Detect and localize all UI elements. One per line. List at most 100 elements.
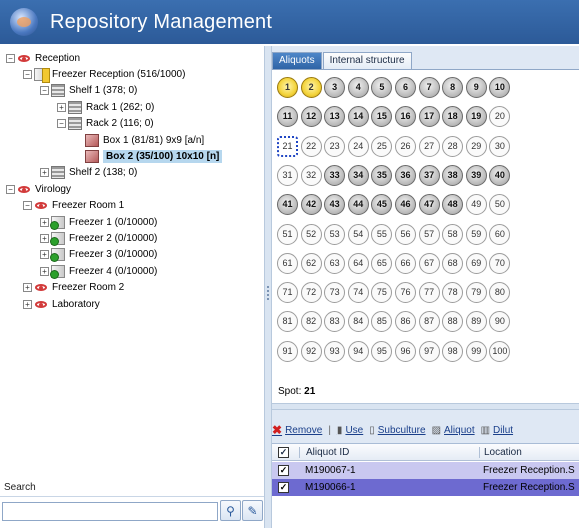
well-76[interactable]: 76 <box>395 282 416 304</box>
clear-search-button[interactable]: ✎ <box>242 500 263 521</box>
subculture-button[interactable]: ▯ Subculture <box>369 425 425 436</box>
well-96[interactable]: 96 <box>395 340 416 362</box>
well-62[interactable]: 62 <box>300 252 322 274</box>
well-91[interactable]: 91 <box>277 340 298 362</box>
well-47[interactable]: 47 <box>418 194 440 216</box>
well-18[interactable]: 18 <box>442 106 464 128</box>
well-45[interactable]: 45 <box>371 194 393 216</box>
table-row[interactable]: ✓ M190066-1 Freezer Reception.S <box>272 479 579 496</box>
well-34[interactable]: 34 <box>347 164 369 186</box>
well-94[interactable]: 94 <box>347 340 369 362</box>
well-11[interactable]: 11 <box>277 106 298 128</box>
well-93[interactable]: 93 <box>324 340 346 362</box>
row-checkbox[interactable]: ✓ <box>278 465 289 476</box>
well-84[interactable]: 84 <box>347 311 369 333</box>
well-80[interactable]: 80 <box>489 282 511 304</box>
well-20[interactable]: 20 <box>489 106 511 128</box>
well-9[interactable]: 9 <box>465 77 487 98</box>
well-38[interactable]: 38 <box>442 164 464 186</box>
tree-node[interactable]: Box 1 (81/81) 9x9 [a/n] <box>74 132 204 148</box>
tree-expander-icon[interactable]: − <box>23 69 32 79</box>
tree-node[interactable]: − Freezer Reception (516/1000) <box>23 66 185 83</box>
well-57[interactable]: 57 <box>418 223 440 245</box>
well-22[interactable]: 22 <box>300 135 322 157</box>
well-79[interactable]: 79 <box>465 282 487 304</box>
well-99[interactable]: 99 <box>465 340 487 362</box>
well-100[interactable]: 100 <box>489 340 511 362</box>
tree-node[interactable]: + Shelf 2 (138; 0) <box>40 165 137 181</box>
well-1[interactable]: 1 <box>277 77 298 98</box>
well-78[interactable]: 78 <box>442 282 464 304</box>
tree-expander-icon[interactable]: − <box>23 201 32 211</box>
search-input[interactable] <box>2 502 218 521</box>
column-header-location[interactable]: Location <box>479 446 579 458</box>
well-8[interactable]: 8 <box>442 77 464 98</box>
well-75[interactable]: 75 <box>371 282 393 304</box>
well-50[interactable]: 50 <box>489 194 511 216</box>
well-2[interactable]: 2 <box>300 77 322 98</box>
well-10[interactable]: 10 <box>489 77 511 98</box>
well-32[interactable]: 32 <box>300 164 322 186</box>
tree-node[interactable]: + Laboratory <box>23 296 100 312</box>
well-82[interactable]: 82 <box>300 311 322 333</box>
row-checkbox[interactable]: ✓ <box>278 482 289 493</box>
tree-node[interactable]: + Freezer Room 2 <box>23 280 124 296</box>
tree-expander-icon[interactable]: − <box>57 119 66 129</box>
well-39[interactable]: 39 <box>465 164 487 186</box>
well-36[interactable]: 36 <box>395 164 416 186</box>
tree-node[interactable]: − Shelf 1 (378; 0) <box>40 83 137 99</box>
well-60[interactable]: 60 <box>489 223 511 245</box>
well-59[interactable]: 59 <box>465 223 487 245</box>
well-72[interactable]: 72 <box>300 282 322 304</box>
well-6[interactable]: 6 <box>395 77 416 98</box>
well-86[interactable]: 86 <box>395 311 416 333</box>
tree-node[interactable]: − Virology <box>6 181 71 197</box>
well-30[interactable]: 30 <box>489 135 511 157</box>
well-24[interactable]: 24 <box>347 135 369 157</box>
tree-expander-icon[interactable]: − <box>40 86 49 96</box>
well-56[interactable]: 56 <box>395 223 416 245</box>
well-7[interactable]: 7 <box>418 77 440 98</box>
well-28[interactable]: 28 <box>442 135 464 157</box>
tree-expander-icon[interactable]: + <box>23 283 32 293</box>
well-74[interactable]: 74 <box>347 282 369 304</box>
dilution-button[interactable]: ▥ Dilut <box>481 425 513 436</box>
well-37[interactable]: 37 <box>418 164 440 186</box>
well-61[interactable]: 61 <box>277 252 298 274</box>
select-all-checkbox[interactable]: ✓ <box>278 446 289 458</box>
well-83[interactable]: 83 <box>324 311 346 333</box>
well-70[interactable]: 70 <box>489 252 511 274</box>
well-12[interactable]: 12 <box>300 106 322 128</box>
well-4[interactable]: 4 <box>347 77 369 98</box>
column-header-aliquot-id[interactable]: Aliquot ID <box>299 446 479 458</box>
well-21[interactable]: 21 <box>277 135 298 157</box>
well-95[interactable]: 95 <box>371 340 393 362</box>
well-43[interactable]: 43 <box>324 194 346 216</box>
tree-node[interactable]: − Freezer Room 1 <box>23 198 124 214</box>
tree-node[interactable]: + Freezer 3 (0/10000) <box>40 247 157 263</box>
well-81[interactable]: 81 <box>277 311 298 333</box>
tree-expander-icon[interactable]: + <box>23 299 32 309</box>
table-row[interactable]: ✓ M190067-1 Freezer Reception.S <box>272 462 579 479</box>
well-46[interactable]: 46 <box>395 194 416 216</box>
tree-node[interactable]: + Rack 1 (262; 0) <box>57 99 154 115</box>
well-55[interactable]: 55 <box>371 223 393 245</box>
well-90[interactable]: 90 <box>489 311 511 333</box>
well-35[interactable]: 35 <box>371 164 393 186</box>
well-51[interactable]: 51 <box>277 223 298 245</box>
well-64[interactable]: 64 <box>347 252 369 274</box>
well-5[interactable]: 5 <box>371 77 393 98</box>
well-69[interactable]: 69 <box>465 252 487 274</box>
well-15[interactable]: 15 <box>371 106 393 128</box>
tree-expander-icon[interactable]: + <box>57 102 66 112</box>
well-17[interactable]: 17 <box>418 106 440 128</box>
well-14[interactable]: 14 <box>347 106 369 128</box>
well-31[interactable]: 31 <box>277 164 298 186</box>
search-button[interactable]: ⚲ <box>220 500 241 521</box>
well-27[interactable]: 27 <box>418 135 440 157</box>
tree-node[interactable]: + Freezer 4 (0/10000) <box>40 263 157 279</box>
tree-node[interactable]: Box 2 (35/100) 10x10 [n] <box>74 148 223 164</box>
tab-aliquots[interactable]: Aliquots <box>272 52 322 69</box>
well-41[interactable]: 41 <box>277 194 298 216</box>
tree-expander-icon[interactable]: + <box>40 233 49 243</box>
